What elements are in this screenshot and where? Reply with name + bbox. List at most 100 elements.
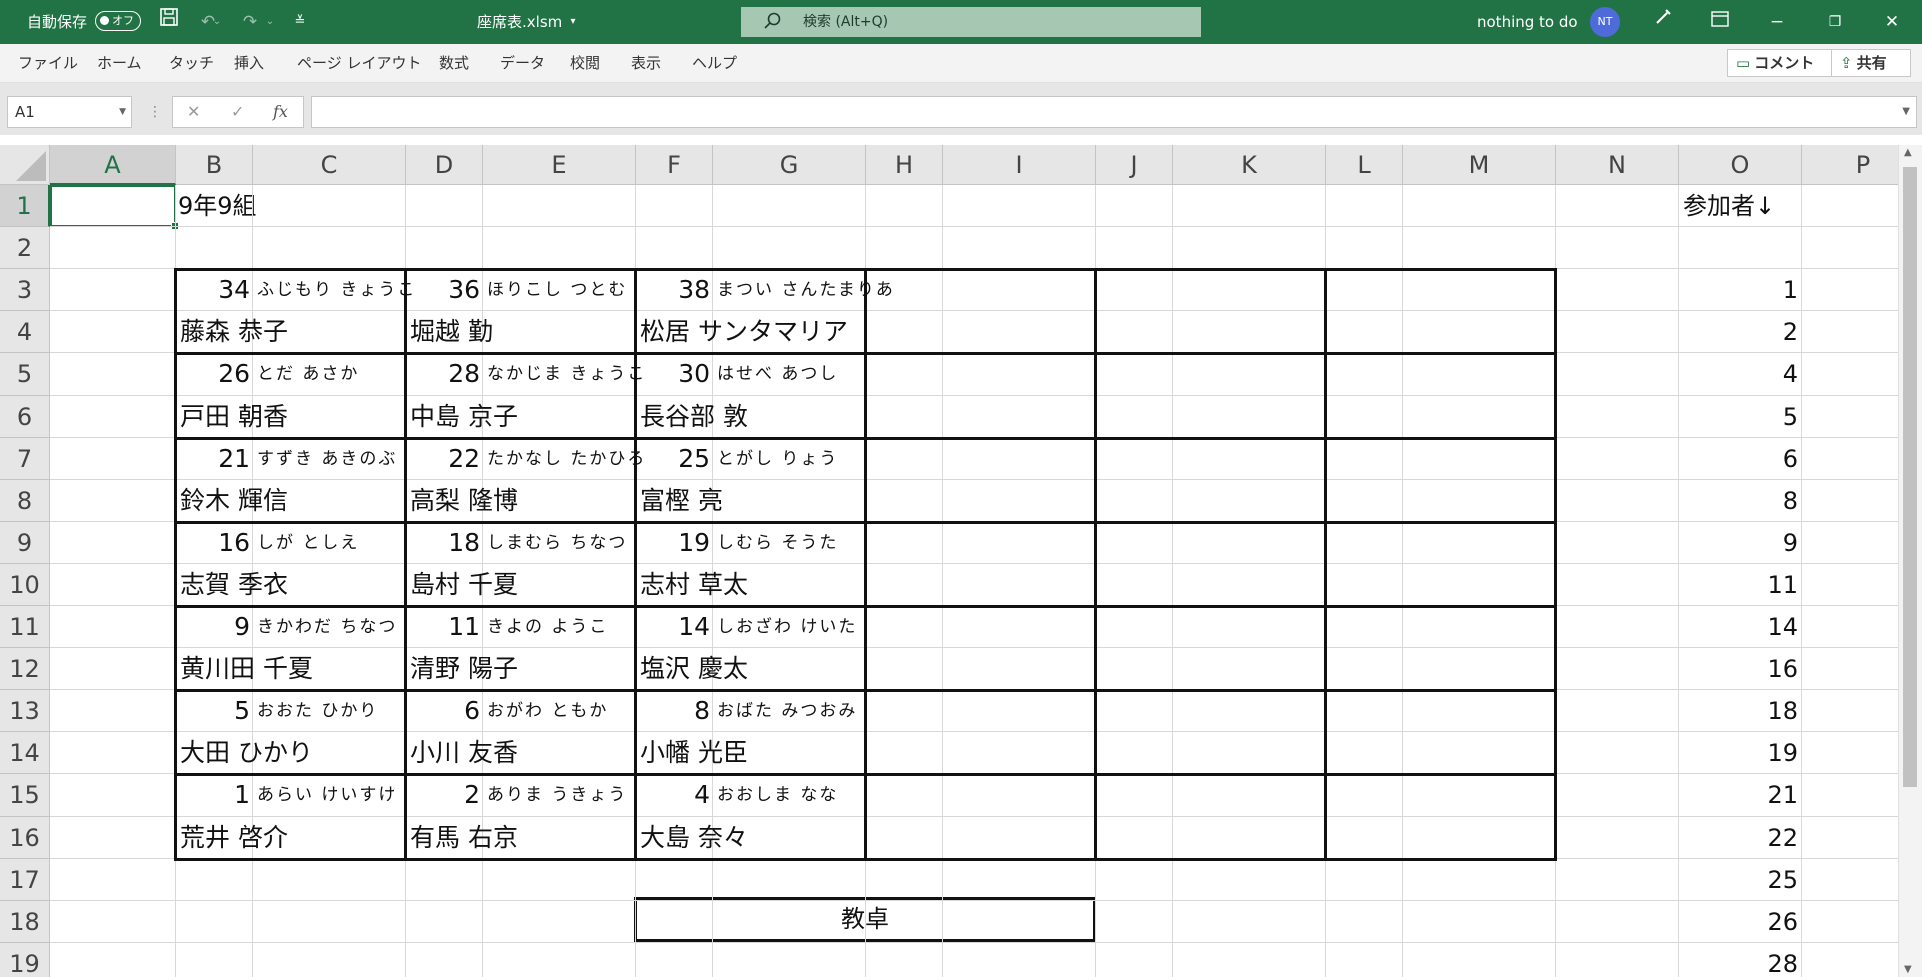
name-box-dropdown-icon[interactable]: ▼ xyxy=(119,97,126,127)
pen-icon[interactable] xyxy=(1643,0,1683,44)
column-header-o[interactable]: O xyxy=(1679,145,1802,185)
seat-number: 30 xyxy=(678,359,710,388)
seat-student-name: 志賀 季衣 xyxy=(180,570,288,599)
seat-furigana: しまむら ちなつ xyxy=(487,533,628,553)
seat-number: 6 xyxy=(464,696,480,725)
formula-input[interactable]: ▼ xyxy=(311,96,1917,128)
share-button[interactable]: ⇪ 共有 xyxy=(1831,49,1911,77)
share-label: 共有 xyxy=(1856,54,1887,72)
save-icon[interactable] xyxy=(149,0,189,44)
row-header-3[interactable]: 3 xyxy=(0,269,50,311)
seat-number: 21 xyxy=(218,444,250,473)
seat-furigana: とだ あさか xyxy=(257,364,360,384)
worksheet-grid[interactable]: 9年9組 参加者↓ 教卓 A B C D E F G H I J K L M N O P 1 2 3 4 5 6 7 8 9 10… xyxy=(0,145,1898,977)
seat-furigana: しが としえ xyxy=(257,533,360,553)
column-header-g[interactable]: G xyxy=(713,145,866,185)
column-header-k[interactable]: K xyxy=(1173,145,1326,185)
menu-file[interactable]: ファイル xyxy=(18,44,78,82)
vertical-scrollbar[interactable]: ▲ ▼ xyxy=(1898,145,1922,977)
autosave-toggle[interactable]: オフ xyxy=(95,11,141,31)
redo-dropdown-icon[interactable]: ⌄ xyxy=(263,0,277,44)
participant-number: 4 xyxy=(1782,360,1798,388)
enter-icon[interactable]: ✓ xyxy=(231,97,244,127)
row-header-14[interactable]: 14 xyxy=(0,732,50,774)
comment-button[interactable]: ▭ コメント xyxy=(1727,49,1832,77)
row-header-16[interactable]: 16 xyxy=(0,817,50,859)
row-header-12[interactable]: 12 xyxy=(0,648,50,690)
seat-furigana: おばた みつおみ xyxy=(717,701,858,721)
menu-data[interactable]: データ xyxy=(500,44,545,82)
cancel-icon[interactable]: ✕ xyxy=(187,97,200,127)
autosave-label: 自動保存 xyxy=(27,13,88,31)
row-header-2[interactable]: 2 xyxy=(0,227,50,269)
participant-number: 22 xyxy=(1767,824,1798,852)
column-header-m[interactable]: M xyxy=(1403,145,1556,185)
menu-help[interactable]: ヘルプ xyxy=(692,44,737,82)
participant-number: 9 xyxy=(1782,529,1798,557)
insert-function-icon[interactable]: fx xyxy=(273,97,288,127)
column-header-n[interactable]: N xyxy=(1556,145,1679,185)
scroll-thumb[interactable] xyxy=(1903,167,1917,787)
seat-box xyxy=(1094,437,1327,524)
row-header-11[interactable]: 11 xyxy=(0,606,50,648)
seat-student-name: 長谷部 敦 xyxy=(640,402,748,431)
row-header-4[interactable]: 4 xyxy=(0,311,50,353)
row-header-7[interactable]: 7 xyxy=(0,438,50,480)
seat-box xyxy=(1094,268,1327,355)
participant-number: 26 xyxy=(1767,908,1798,936)
row-header-19[interactable]: 19 xyxy=(0,943,50,977)
participant-number: 25 xyxy=(1767,866,1798,894)
more-options-icon[interactable]: ⋮ xyxy=(148,96,162,128)
seat-furigana: しおざわ けいた xyxy=(717,617,858,637)
menu-home[interactable]: ホーム xyxy=(97,44,142,82)
row-header-8[interactable]: 8 xyxy=(0,480,50,522)
expand-formula-bar-icon[interactable]: ▼ xyxy=(1902,97,1910,127)
name-box[interactable]: A1 ▼ xyxy=(7,96,132,128)
row-header-10[interactable]: 10 xyxy=(0,564,50,606)
scroll-down-icon[interactable]: ▼ xyxy=(1904,964,1912,975)
row-header-13[interactable]: 13 xyxy=(0,690,50,732)
row-header-1[interactable]: 1 xyxy=(0,185,50,227)
minimize-icon[interactable]: − xyxy=(1757,0,1797,44)
menu-view[interactable]: 表示 xyxy=(631,44,661,82)
row-header-5[interactable]: 5 xyxy=(0,353,50,396)
select-all-corner[interactable] xyxy=(0,145,50,185)
column-header-e[interactable]: E xyxy=(483,145,636,185)
ribbon-display-icon[interactable] xyxy=(1700,0,1740,44)
undo-dropdown-icon[interactable]: ⌄ xyxy=(210,0,224,44)
seat-box xyxy=(1324,268,1557,355)
avatar[interactable]: NT xyxy=(1590,7,1620,37)
column-header-j[interactable]: J xyxy=(1096,145,1173,185)
customize-toolbar-icon[interactable]: ≚ xyxy=(280,0,320,44)
search-box[interactable]: 検索 (Alt+Q) xyxy=(741,7,1201,37)
menu-formulas[interactable]: 数式 xyxy=(439,44,469,82)
selected-cell-a1[interactable] xyxy=(50,185,179,230)
restore-icon[interactable]: ❐ xyxy=(1815,0,1855,44)
column-header-p[interactable]: P xyxy=(1802,145,1898,185)
formula-bar: A1 ▼ ⋮ ✕ ✓ fx ▼ xyxy=(0,91,1922,135)
row-header-15[interactable]: 15 xyxy=(0,774,50,817)
user-name[interactable]: nothing to do xyxy=(1477,0,1578,44)
menu-insert[interactable]: 挿入 xyxy=(234,44,264,82)
menu-touch[interactable]: タッチ xyxy=(169,44,214,82)
file-menu-chevron-icon[interactable]: ▾ xyxy=(556,0,590,44)
column-header-c[interactable]: C xyxy=(253,145,406,185)
menu-review[interactable]: 校閲 xyxy=(570,44,600,82)
column-header-f[interactable]: F xyxy=(636,145,713,185)
row-header-17[interactable]: 17 xyxy=(0,859,50,901)
column-header-b[interactable]: B xyxy=(176,145,253,185)
file-name[interactable]: 座席表.xlsm xyxy=(477,0,562,44)
column-header-a[interactable]: A xyxy=(50,145,176,185)
column-header-l[interactable]: L xyxy=(1326,145,1403,185)
column-header-i[interactable]: I xyxy=(943,145,1096,185)
menu-page-layout[interactable]: ページ レイアウト xyxy=(297,44,421,82)
column-header-h[interactable]: H xyxy=(866,145,943,185)
row-header-6[interactable]: 6 xyxy=(0,396,50,438)
close-icon[interactable]: ✕ xyxy=(1872,0,1912,44)
row-header-9[interactable]: 9 xyxy=(0,522,50,564)
seat-student-name: 大島 奈々 xyxy=(640,823,748,852)
scroll-up-icon[interactable]: ▲ xyxy=(1904,147,1912,158)
column-header-d[interactable]: D xyxy=(406,145,483,185)
row-header-18[interactable]: 18 xyxy=(0,901,50,943)
seat-student-name: 清野 陽子 xyxy=(410,654,518,683)
